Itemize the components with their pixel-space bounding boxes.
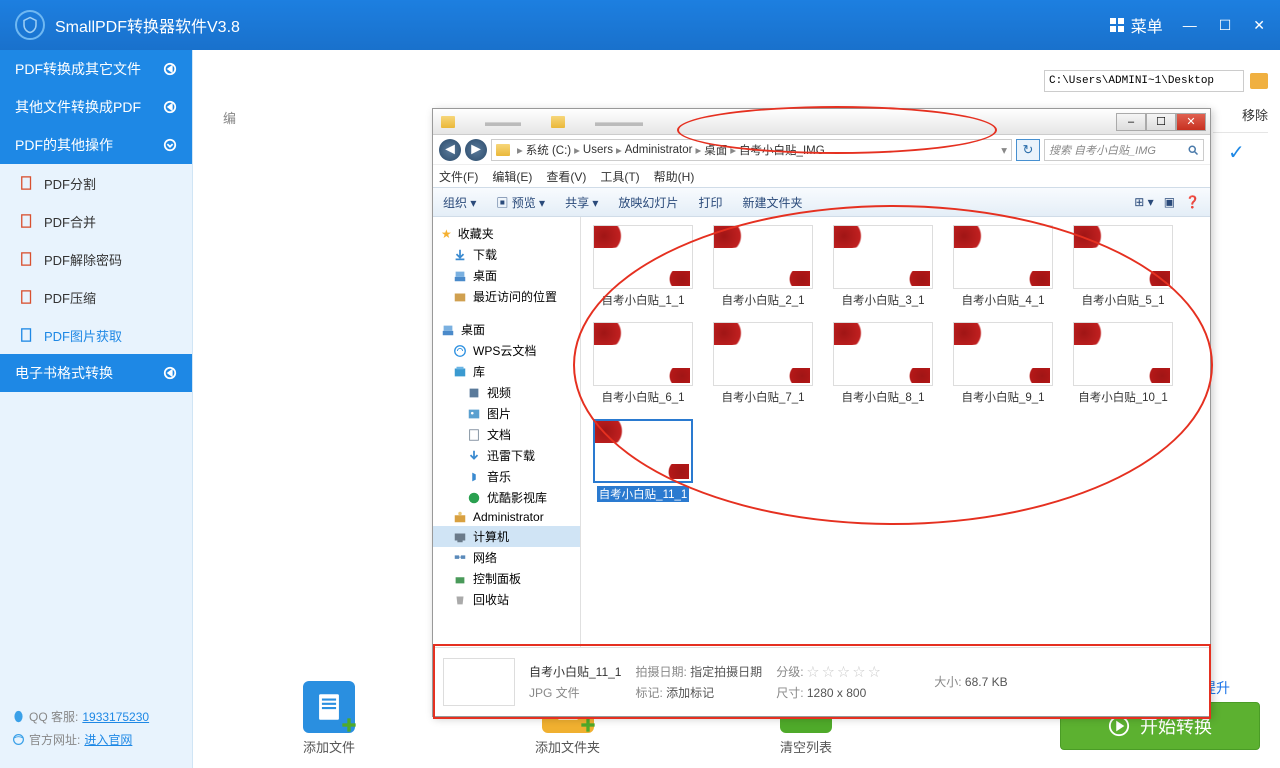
file-item[interactable]: 自考小白贴_2_1 xyxy=(709,225,817,308)
file-item[interactable]: 自考小白贴_1_1 xyxy=(589,225,697,308)
sidebar-item-extract-image[interactable]: PDF图片获取 xyxy=(0,316,192,354)
explorer-file-grid: 自考小白贴_1_1自考小白贴_2_1自考小白贴_3_1自考小白贴_4_1自考小白… xyxy=(581,217,1210,647)
file-item[interactable]: 自考小白贴_10_1 xyxy=(1069,322,1177,405)
explorer-menu-bar[interactable]: 文件(F)编辑(E)查看(V)工具(T)帮助(H) xyxy=(433,165,1210,187)
file-item[interactable]: 自考小白贴_4_1 xyxy=(949,225,1057,308)
sidebar-item-unlock[interactable]: PDF解除密码 xyxy=(0,240,192,278)
col-remove: 移除 xyxy=(1242,105,1268,124)
explorer-details-pane: 自考小白贴_11_1 JPG 文件 拍摄日期: 指定拍摄日期 标记: 添加标记 … xyxy=(433,647,1210,715)
content-area: 编 打开 输出 移除 ✓ 添加文件 xyxy=(193,50,1280,768)
file-item[interactable]: 自考小白贴_3_1 xyxy=(829,225,937,308)
file-item[interactable]: 自考小白贴_11_1 xyxy=(589,419,697,502)
sidebar-item-split[interactable]: PDF分割 xyxy=(0,164,192,202)
window-controls: — ☐ ✕ xyxy=(1183,17,1265,34)
sidebar-item-compress[interactable]: PDF压缩 xyxy=(0,278,192,316)
file-item[interactable]: 自考小白贴_5_1 xyxy=(1069,225,1177,308)
file-item[interactable]: 自考小白贴_6_1 xyxy=(589,322,697,405)
explorer-close[interactable]: ✕ xyxy=(1176,113,1206,131)
site-link[interactable]: 进入官网 xyxy=(84,731,132,748)
output-path-input[interactable] xyxy=(1044,70,1244,92)
explorer-search[interactable]: 搜索 自考小白贴_IMG xyxy=(1044,139,1204,161)
add-file-button[interactable]: 添加文件 xyxy=(303,681,355,756)
sidebar-group-pdf-other-ops[interactable]: PDF的其他操作 xyxy=(0,126,192,164)
file-item[interactable]: 自考小白贴_8_1 xyxy=(829,322,937,405)
explorer-title-blur: ▬▬▬ xyxy=(485,115,521,129)
file-item[interactable]: 自考小白贴_7_1 xyxy=(709,322,817,405)
sidebar-group-other-to-pdf[interactable]: 其他文件转换成PDF xyxy=(0,88,192,126)
nav-back-button[interactable]: ◄ xyxy=(439,139,461,161)
explorer-minimize[interactable]: – xyxy=(1116,113,1146,131)
file-item[interactable]: 自考小白贴_9_1 xyxy=(949,322,1057,405)
maximize-button[interactable]: ☐ xyxy=(1219,17,1232,34)
contact-info: QQ 客服: 1933175230 官方网址: 进入官网 xyxy=(12,708,149,754)
breadcrumb[interactable]: ▸系统 (C:) ▸Users ▸Administrator ▸桌面 ▸自考小白… xyxy=(491,139,1012,161)
explorer-toolbar[interactable]: 组织 ▾ ▣ 预览 ▾ 共享 ▾ 放映幻灯片 打印 新建文件夹 ⊞ ▾▣❓ xyxy=(433,187,1210,217)
file-explorer-dialog: ▬▬▬ ▬▬▬▬ – ☐ ✕ ◄ ► ▸系统 (C:) ▸Users ▸Admi… xyxy=(432,108,1211,717)
app-title: SmallPDF转换器软件V3.8 xyxy=(55,13,1109,37)
sidebar-group-pdf-to-other[interactable]: PDF转换成其它文件 xyxy=(0,50,192,88)
browse-folder-button[interactable] xyxy=(1250,73,1268,89)
title-bar: SmallPDF转换器软件V3.8 菜单 — ☐ ✕ xyxy=(0,0,1280,50)
menu-button[interactable]: 菜单 xyxy=(1109,13,1163,37)
sidebar-group-ebook[interactable]: 电子书格式转换 xyxy=(0,354,192,392)
sidebar: PDF转换成其它文件 其他文件转换成PDF PDF的其他操作 PDF分割 PDF… xyxy=(0,50,193,768)
explorer-tree[interactable]: ★收藏夹 下载 桌面 最近访问的位置 桌面 WPS云文档 库 视频 图片 文档 … xyxy=(433,217,581,647)
truncated-label: 编 xyxy=(223,108,236,127)
explorer-maximize[interactable]: ☐ xyxy=(1146,113,1176,131)
sidebar-item-merge[interactable]: PDF合并 xyxy=(0,202,192,240)
nav-forward-button[interactable]: ► xyxy=(465,139,487,161)
app-logo-icon xyxy=(15,10,45,40)
refresh-button[interactable]: ↻ xyxy=(1016,139,1040,161)
minimize-button[interactable]: — xyxy=(1183,17,1197,34)
close-button[interactable]: ✕ xyxy=(1253,17,1265,34)
qq-link[interactable]: 1933175230 xyxy=(82,710,149,724)
